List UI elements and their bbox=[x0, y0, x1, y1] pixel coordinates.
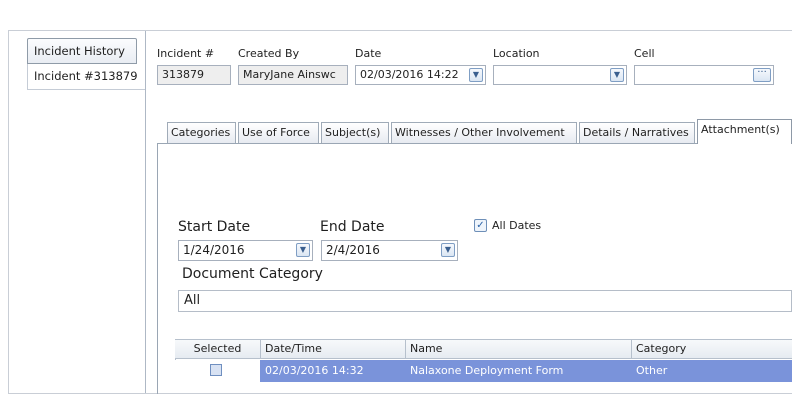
column-header-category[interactable]: Category bbox=[632, 339, 792, 359]
row-name: Nalaxone Deployment Form bbox=[410, 364, 564, 377]
panel-border-left bbox=[8, 30, 9, 394]
incident-number-field: 313879 bbox=[157, 65, 231, 85]
row-select-checkbox[interactable] bbox=[210, 364, 222, 376]
left-panel-separator bbox=[145, 31, 146, 393]
end-date-field[interactable]: 2/4/2016 bbox=[321, 240, 458, 261]
tab-attachments[interactable]: Attachment(s) bbox=[697, 119, 792, 144]
created-by-label: Created By bbox=[238, 47, 300, 60]
start-date-label: Start Date bbox=[178, 219, 251, 235]
row-category: Other bbox=[636, 364, 668, 377]
created-by-field: MaryJane Ainswc bbox=[238, 65, 348, 85]
location-dropdown-icon[interactable]: ▼ bbox=[610, 68, 624, 82]
date-dropdown-icon[interactable]: ▼ bbox=[469, 68, 483, 82]
tab-content-border bbox=[157, 143, 158, 394]
location-label: Location bbox=[493, 47, 540, 60]
tab-incident-history[interactable]: Incident History bbox=[27, 38, 137, 64]
incident-number-label: Incident # bbox=[157, 47, 215, 60]
column-header-datetime[interactable]: Date/Time bbox=[261, 339, 406, 359]
column-header-selected[interactable]: Selected bbox=[175, 339, 261, 359]
tab-witnesses[interactable]: Witnesses / Other Involvement bbox=[391, 122, 577, 143]
end-date-dropdown-icon[interactable]: ▼ bbox=[441, 243, 455, 257]
all-dates-checkbox[interactable]: ✓ bbox=[474, 219, 487, 232]
date-field[interactable]: 02/03/2016 14:22 bbox=[355, 65, 486, 85]
tab-use-of-force[interactable]: Use of Force bbox=[238, 122, 319, 143]
tab-subjects[interactable]: Subject(s) bbox=[321, 122, 389, 143]
end-date-label: End Date bbox=[320, 219, 385, 235]
date-label: Date bbox=[355, 47, 382, 60]
row-datetime: 02/03/2016 14:32 bbox=[265, 364, 364, 377]
panel-border-top bbox=[8, 30, 792, 31]
panel-border-bottom bbox=[8, 393, 792, 394]
document-category-label: Document Category bbox=[182, 266, 323, 282]
tab-categories[interactable]: Categories bbox=[167, 122, 236, 143]
location-select[interactable] bbox=[493, 65, 627, 85]
cell-browse-icon[interactable]: ··· bbox=[753, 68, 771, 82]
cell-label: Cell bbox=[634, 47, 655, 60]
document-category-select[interactable]: All bbox=[178, 290, 792, 312]
column-header-name[interactable]: Name bbox=[406, 339, 632, 359]
all-dates-label: All Dates bbox=[492, 219, 542, 232]
start-date-field[interactable]: 1/24/2016 bbox=[178, 240, 313, 261]
tab-incident-record[interactable]: Incident #313879 bbox=[27, 64, 146, 90]
start-date-dropdown-icon[interactable]: ▼ bbox=[296, 243, 310, 257]
tab-details-narratives[interactable]: Details / Narratives bbox=[579, 122, 695, 143]
